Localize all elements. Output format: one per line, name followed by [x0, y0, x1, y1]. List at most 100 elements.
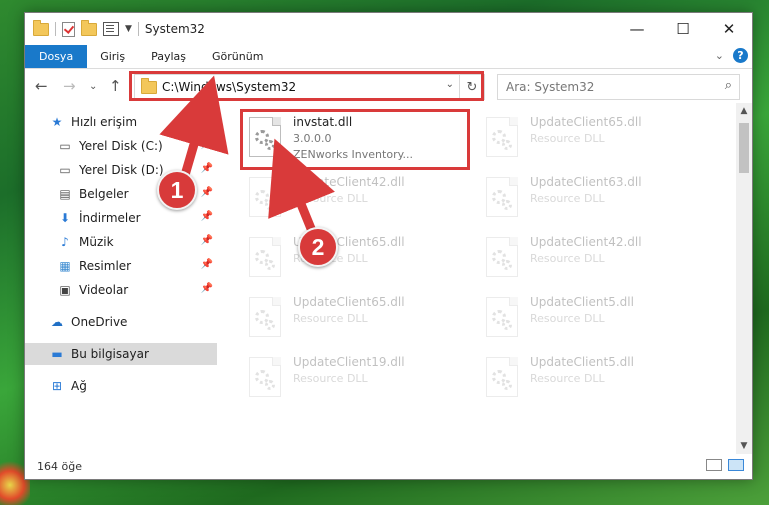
tab-view[interactable]: Görünüm [199, 45, 276, 68]
folder-icon [141, 77, 157, 94]
dll-file-icon [249, 237, 281, 277]
navigation-pane: ★ Hızlı erişim ▭ Yerel Disk (C:) 📌 ▭ Yer… [25, 111, 217, 451]
sidebar-item-label: OneDrive [71, 315, 128, 329]
vertical-scrollbar[interactable]: ▲ ▼ [736, 103, 752, 454]
tiles-view-icon[interactable] [728, 459, 744, 471]
step-badge-2: 2 [298, 227, 338, 267]
sidebar-item-quick-access[interactable]: ★ Hızlı erişim [25, 111, 217, 133]
cloud-icon: ☁ [51, 315, 63, 329]
tab-file[interactable]: Dosya [25, 45, 88, 68]
up-arrow-icon[interactable]: ↑ [109, 77, 122, 95]
computer-icon: ▬ [51, 347, 63, 361]
item-count: 164 öğe [37, 459, 82, 473]
scrollbar-thumb[interactable] [739, 123, 749, 173]
minimize-button[interactable]: — [614, 13, 660, 45]
back-arrow-icon[interactable]: ← [35, 77, 48, 95]
pin-icon[interactable]: 📌 [201, 283, 213, 294]
expand-ribbon-icon[interactable]: ⌄ [715, 49, 724, 62]
documents-icon: ▤ [59, 187, 71, 201]
file-description: Resource DLL [293, 192, 368, 205]
properties-check-icon[interactable] [62, 21, 75, 37]
file-tile[interactable]: UpdateClient65.dll Resource DLL [482, 113, 702, 165]
dll-file-icon [486, 357, 518, 397]
title-bar: ▼ System32 — ☐ ✕ [25, 13, 752, 45]
pin-icon[interactable]: 📌 [201, 163, 213, 174]
sidebar-item-music[interactable]: ♪ Müzik 📌 [25, 231, 217, 253]
file-version: 3.0.0.0 [293, 132, 332, 145]
details-view-icon[interactable] [706, 459, 722, 471]
file-tile[interactable]: UpdateClient5.dll Resource DLL [482, 353, 702, 405]
file-tile[interactable]: UpdateClient5.dll Resource DLL [482, 293, 702, 345]
file-name: UpdateClient65.dll [530, 115, 642, 129]
sidebar-item-label: Müzik [79, 235, 114, 249]
file-name: UpdateClient42.dll [530, 235, 642, 249]
pictures-icon: ▦ [59, 259, 71, 273]
dll-file-icon [249, 357, 281, 397]
dll-file-icon [486, 237, 518, 277]
pin-icon[interactable]: 📌 [201, 211, 213, 222]
pin-icon[interactable]: 📌 [201, 139, 213, 150]
dll-file-icon [486, 297, 518, 337]
file-tile[interactable]: UpdateClient65.dll Resource DLL [245, 233, 465, 285]
sidebar-item-label: Resimler [79, 259, 132, 273]
search-icon[interactable]: ⌕ [725, 78, 732, 93]
sidebar-item-label: Yerel Disk (D:) [79, 163, 164, 177]
chevron-down-icon[interactable]: ▼ [125, 24, 132, 34]
file-list: invstat.dll 3.0.0.0 ZENworks Inventory..… [225, 109, 730, 449]
drive-icon: ▭ [59, 139, 71, 153]
file-name: invstat.dll [293, 115, 353, 129]
tab-home[interactable]: Giriş [87, 45, 138, 68]
file-tile[interactable]: UpdateClient65.dll Resource DLL [245, 293, 465, 345]
file-name: UpdateClient19.dll [293, 355, 405, 369]
file-description: Resource DLL [530, 312, 605, 325]
sidebar-item-label: Hızlı erişim [71, 115, 138, 129]
search-placeholder[interactable]: Ara: System32 [506, 80, 594, 94]
file-description: Resource DLL [530, 192, 605, 205]
address-bar[interactable]: C:\Windows\System32 ⌄ ↻ [134, 74, 485, 100]
file-description: Resource DLL [530, 372, 605, 385]
videos-icon: ▣ [59, 283, 71, 297]
file-tile-invstat[interactable]: invstat.dll 3.0.0.0 ZENworks Inventory..… [245, 113, 465, 165]
pin-icon[interactable]: 📌 [201, 235, 213, 246]
sidebar-item-pictures[interactable]: ▦ Resimler 📌 [25, 255, 217, 277]
file-explorer-window: ▼ System32 — ☐ ✕ Dosya Giriş Paylaş Görü… [24, 12, 753, 480]
sidebar-item-label: Yerel Disk (C:) [79, 139, 163, 153]
scroll-up-icon[interactable]: ▲ [736, 103, 752, 119]
maximize-button[interactable]: ☐ [660, 13, 706, 45]
file-name: UpdateClient5.dll [530, 295, 634, 309]
sidebar-item-this-pc[interactable]: ▬ Bu bilgisayar [25, 343, 217, 365]
sidebar-item-network[interactable]: ⊞ Ağ [25, 375, 217, 397]
file-tile[interactable]: UpdateClient42.dll Resource DLL [245, 173, 465, 225]
search-input[interactable]: Ara: System32 ⌕ [497, 74, 740, 100]
customize-icon[interactable] [103, 22, 119, 36]
new-folder-icon[interactable] [81, 19, 97, 36]
sidebar-item-videos[interactable]: ▣ Videolar 📌 [25, 279, 217, 301]
file-description: Resource DLL [530, 252, 605, 265]
file-tile[interactable]: UpdateClient42.dll Resource DLL [482, 233, 702, 285]
scroll-down-icon[interactable]: ▼ [736, 438, 752, 454]
file-tile[interactable]: UpdateClient19.dll Resource DLL [245, 353, 465, 405]
address-path[interactable]: C:\Windows\System32 [162, 80, 296, 94]
recent-locations-icon[interactable]: ⌄ [89, 81, 97, 92]
sidebar-item-label: İndirmeler [79, 211, 141, 225]
tab-share[interactable]: Paylaş [138, 45, 199, 68]
close-button[interactable]: ✕ [706, 13, 752, 45]
pin-icon[interactable]: 📌 [201, 187, 213, 198]
sidebar-item-downloads[interactable]: ⬇ İndirmeler 📌 [25, 207, 217, 229]
refresh-icon[interactable]: ↻ [459, 75, 484, 99]
sidebar-item-onedrive[interactable]: ☁ OneDrive [25, 311, 217, 333]
dll-file-icon [486, 177, 518, 217]
forward-arrow-icon[interactable]: → [63, 77, 76, 95]
separator [137, 22, 139, 36]
sidebar-item-label: Ağ [71, 379, 87, 393]
help-icon[interactable]: ? [733, 48, 748, 63]
chevron-down-icon[interactable]: ⌄ [446, 79, 454, 90]
music-icon: ♪ [61, 235, 69, 249]
pin-icon[interactable]: 📌 [201, 259, 213, 270]
sidebar-item-local-disk-c[interactable]: ▭ Yerel Disk (C:) 📌 [25, 135, 217, 157]
file-tile[interactable]: UpdateClient63.dll Resource DLL [482, 173, 702, 225]
drive-icon: ▭ [59, 163, 71, 177]
file-description: ZENworks Inventory... [293, 148, 414, 161]
sidebar-item-label: Belgeler [79, 187, 129, 201]
folder-icon [33, 19, 49, 36]
